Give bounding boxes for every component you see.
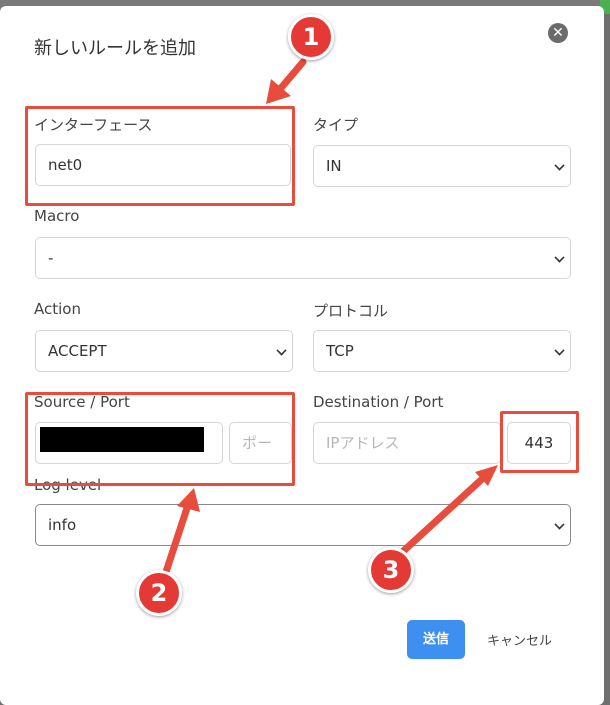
annotation-arrows bbox=[161, 58, 498, 579]
annotation-badge-1: 1 bbox=[288, 14, 334, 60]
arrow-2-shaft bbox=[161, 504, 191, 579]
arrow-1-shaft bbox=[277, 58, 307, 92]
arrow-2-head bbox=[177, 488, 200, 512]
arrow-3-shaft bbox=[394, 476, 485, 560]
annotation-badge-2: 2 bbox=[136, 570, 182, 616]
annotation-badge-3: 3 bbox=[368, 547, 414, 593]
